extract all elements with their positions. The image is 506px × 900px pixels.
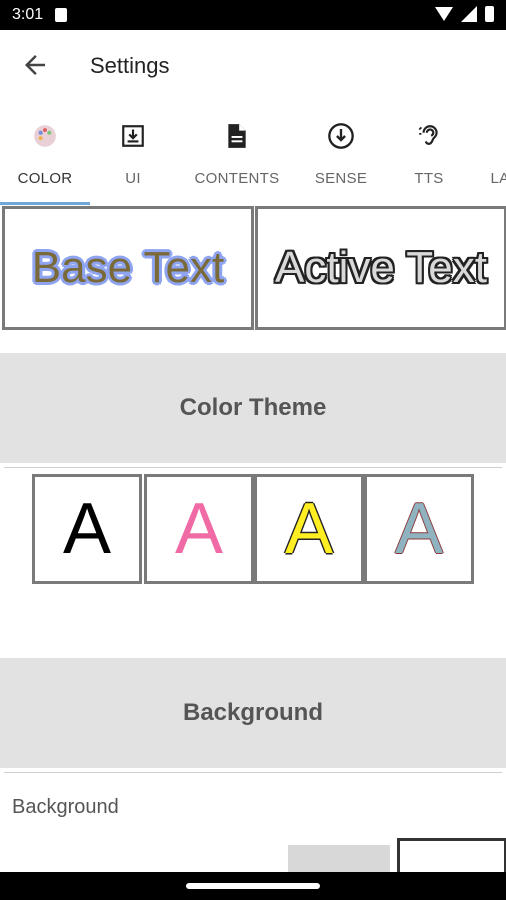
battery-icon (485, 6, 494, 22)
app-bar: Settings (0, 30, 506, 100)
theme-letter: A (394, 489, 444, 569)
tab-sense[interactable]: SENSE (296, 108, 386, 204)
active-text-sample: Active Text (275, 243, 487, 292)
active-text-preview[interactable]: Active Text (255, 206, 506, 330)
divider (4, 467, 502, 468)
theme-option-teal[interactable]: A (364, 474, 474, 584)
palette-icon (32, 122, 58, 150)
status-time: 3:01 (12, 6, 44, 23)
ear-icon (416, 122, 442, 150)
theme-option-yellow[interactable]: A (254, 474, 364, 584)
tab-tts[interactable]: TTS (386, 108, 472, 204)
status-bar: 3:01 (0, 0, 506, 30)
down-circle-icon (327, 122, 355, 150)
tab-ui[interactable]: UI (88, 108, 178, 204)
tab-color[interactable]: COLOR (0, 108, 90, 204)
home-handle[interactable] (186, 883, 320, 889)
background-header: Background (0, 658, 506, 768)
tab-label: SENSE (314, 170, 368, 187)
color-theme-options: A A A A (32, 474, 474, 584)
tab-la[interactable]: LA (480, 108, 506, 204)
background-label: Background (12, 796, 119, 818)
tab-label: COLOR (17, 170, 73, 187)
color-theme-header: Color Theme (0, 353, 506, 463)
tab-bar: COLOR UI CONTENTS SENSE TTS LA (0, 108, 506, 204)
tab-label: TTS (414, 170, 444, 187)
back-arrow-icon[interactable] (20, 50, 50, 80)
status-icons (435, 6, 494, 22)
tab-label: LA (490, 170, 506, 187)
theme-option-pink[interactable]: A (144, 474, 254, 584)
background-swatch-grey[interactable] (288, 845, 390, 875)
tab-label: CONTENTS (194, 170, 280, 187)
divider (4, 772, 502, 773)
document-icon (226, 122, 248, 150)
signal-icon (461, 6, 477, 22)
theme-letter: A (174, 489, 224, 569)
sd-card-icon (55, 8, 67, 22)
wifi-icon (435, 7, 453, 21)
tab-indicator (0, 202, 90, 205)
download-box-icon (119, 122, 147, 150)
theme-letter: A (62, 489, 112, 569)
base-text-preview[interactable]: Base Text (2, 206, 254, 330)
navigation-bar (0, 872, 506, 900)
theme-letter: A (284, 489, 334, 569)
text-preview-row: Base Text Active Text (0, 206, 506, 330)
base-text-sample: Base Text (31, 243, 225, 292)
page-title: Settings (90, 53, 170, 78)
tab-contents[interactable]: CONTENTS (186, 108, 288, 204)
theme-option-black[interactable]: A (32, 474, 142, 584)
tab-label: UI (125, 170, 141, 187)
